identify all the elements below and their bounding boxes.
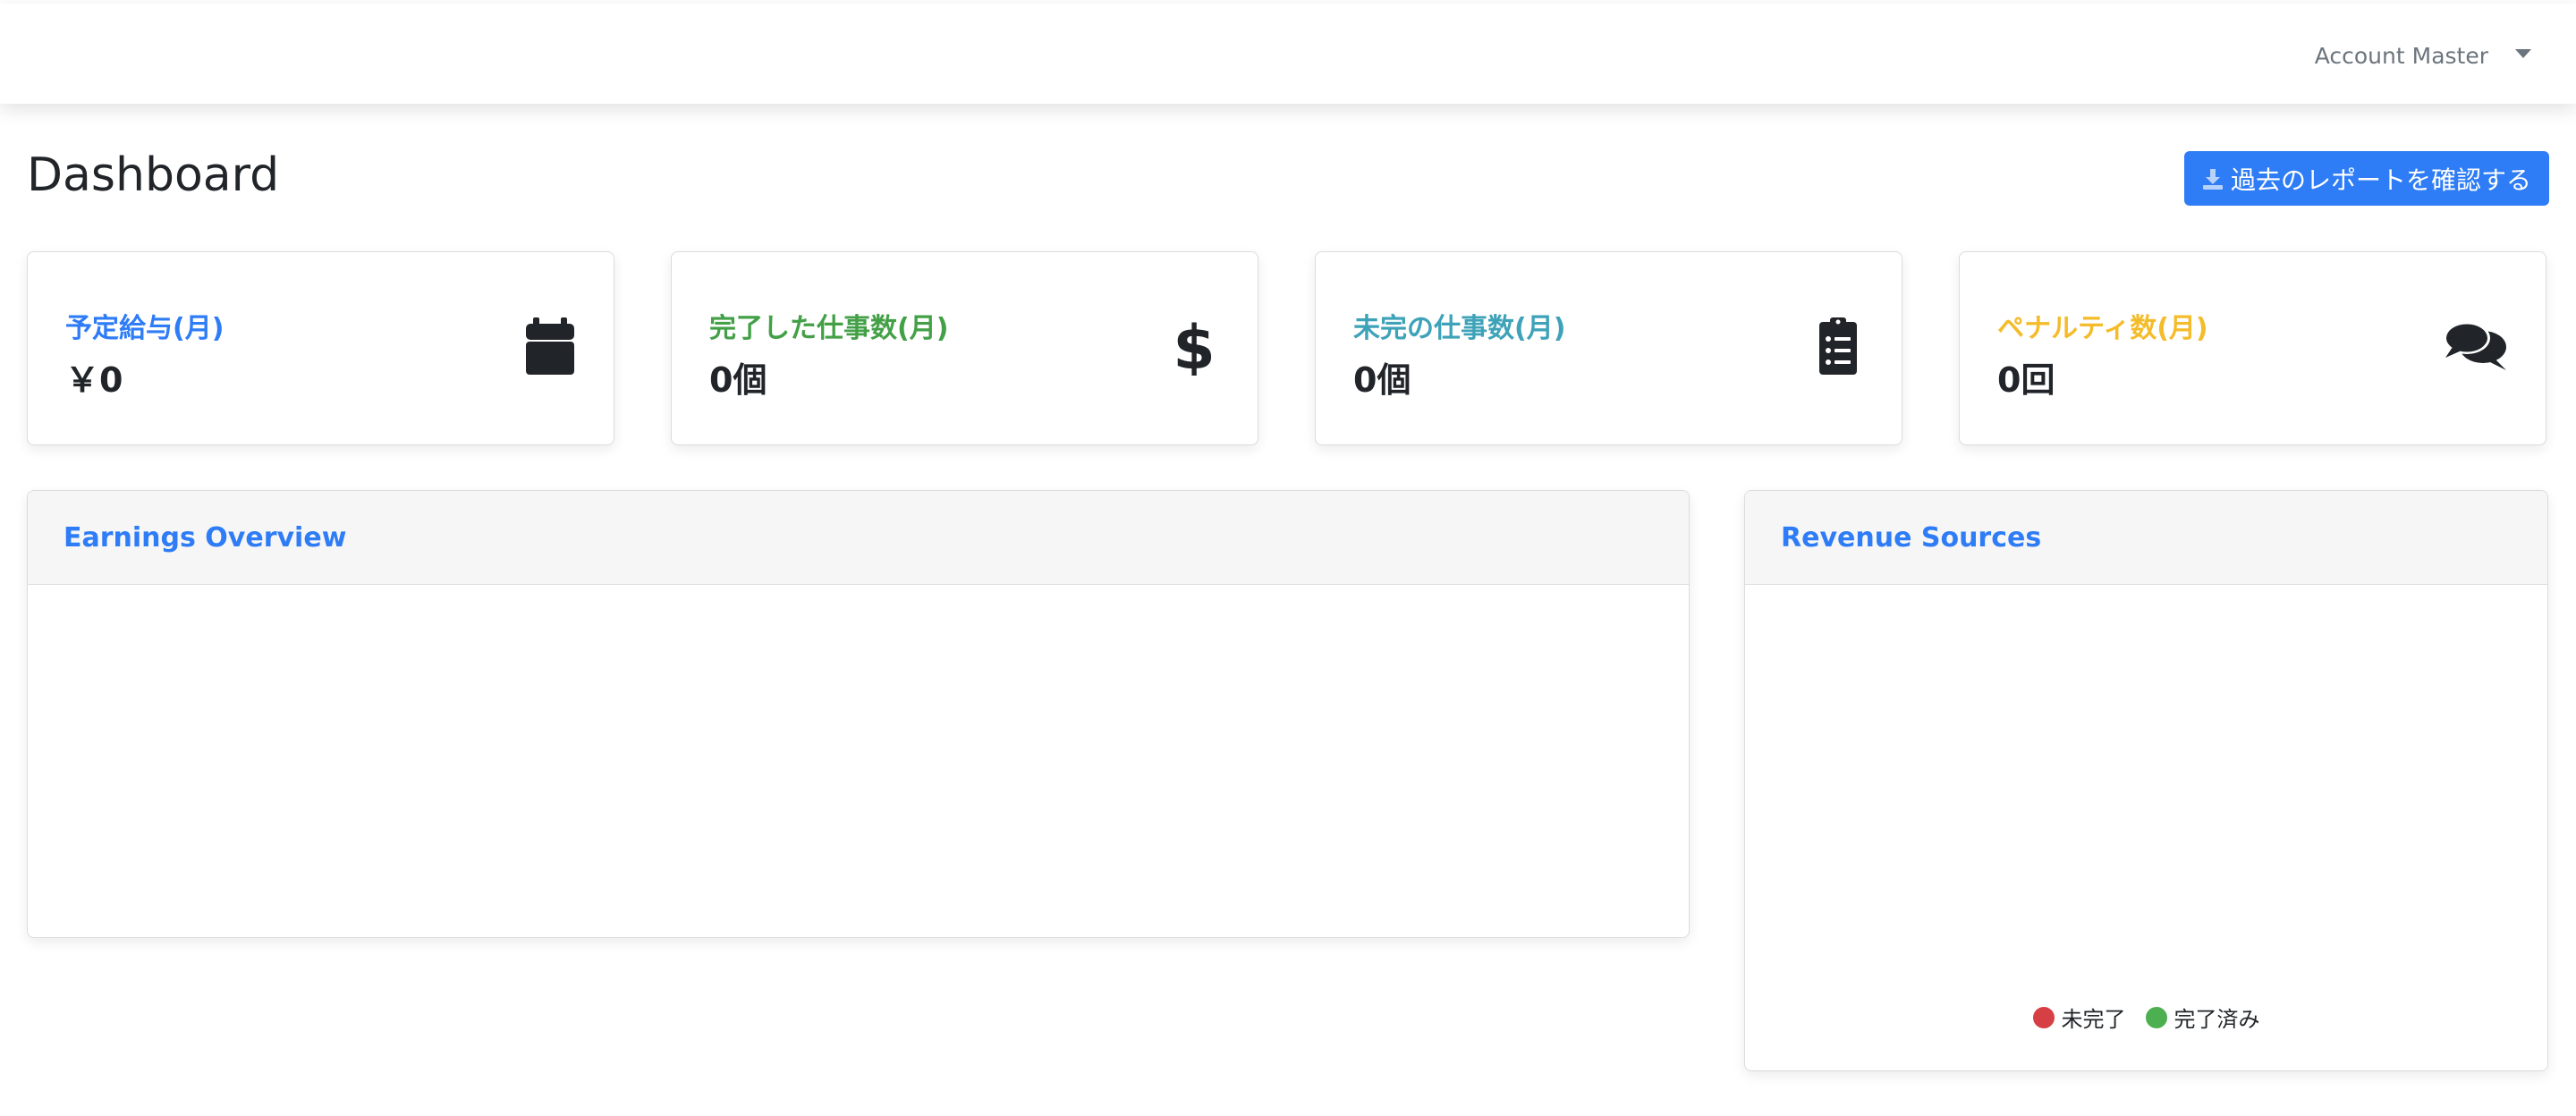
stat-card-completed-jobs: 完了した仕事数(月) 0個 $ xyxy=(671,251,1258,445)
earnings-overview-title: Earnings Overview xyxy=(28,491,1689,585)
stat-value: 0個 xyxy=(1353,360,1411,400)
stat-card-scheduled-salary: 予定給与(月) ￥0 xyxy=(27,251,614,445)
comments-icon xyxy=(2444,322,2506,370)
account-dropdown[interactable]: Account Master xyxy=(2315,43,2531,69)
revenue-sources-panel: Revenue Sources 未完了 完了済み xyxy=(1744,490,2548,1071)
past-report-label[interactable]: 過去のレポートを確認する xyxy=(2231,161,2531,197)
earnings-overview-panel: Earnings Overview xyxy=(27,490,1690,938)
calendar-icon xyxy=(526,317,574,375)
legend-item-completed[interactable]: 完了済み xyxy=(2145,1002,2260,1033)
stat-label: 未完の仕事数(月) xyxy=(1353,313,1566,344)
stat-label: 完了した仕事数(月) xyxy=(709,313,949,344)
stat-value: 0個 xyxy=(709,360,767,400)
legend-label: 完了済み xyxy=(2174,1007,2260,1032)
top-navbar: Account Master xyxy=(0,4,2576,104)
past-report-button[interactable]: 過去のレポートを確認する xyxy=(2183,151,2549,206)
stat-card-incomplete-jobs: 未完の仕事数(月) 0個 xyxy=(1315,251,1902,445)
legend-item-incomplete[interactable]: 未完了 xyxy=(2032,1002,2126,1033)
stat-label: 予定給与(月) xyxy=(65,313,225,344)
clipboard-list-icon xyxy=(1819,317,1857,375)
revenue-legend: 未完了 完了済み xyxy=(1745,1002,2547,1033)
stat-value: ￥0 xyxy=(65,360,123,400)
legend-dot xyxy=(2032,1006,2055,1028)
download-icon xyxy=(2202,168,2223,190)
legend-dot xyxy=(2145,1006,2167,1028)
dollar-icon: $ xyxy=(1173,317,1215,376)
page-title: Dashboard xyxy=(27,148,280,202)
revenue-sources-title: Revenue Sources xyxy=(1745,491,2547,585)
legend-label: 未完了 xyxy=(2061,1007,2126,1032)
svg-text:$: $ xyxy=(1173,317,1215,376)
stat-card-penalties: ペナルティ数(月) 0回 xyxy=(1959,251,2546,445)
stat-label: ペナルティ数(月) xyxy=(1997,313,2208,344)
stat-value: 0回 xyxy=(1997,360,2055,400)
caret-down-icon[interactable] xyxy=(2515,48,2531,58)
account-name[interactable]: Account Master xyxy=(2315,43,2488,69)
